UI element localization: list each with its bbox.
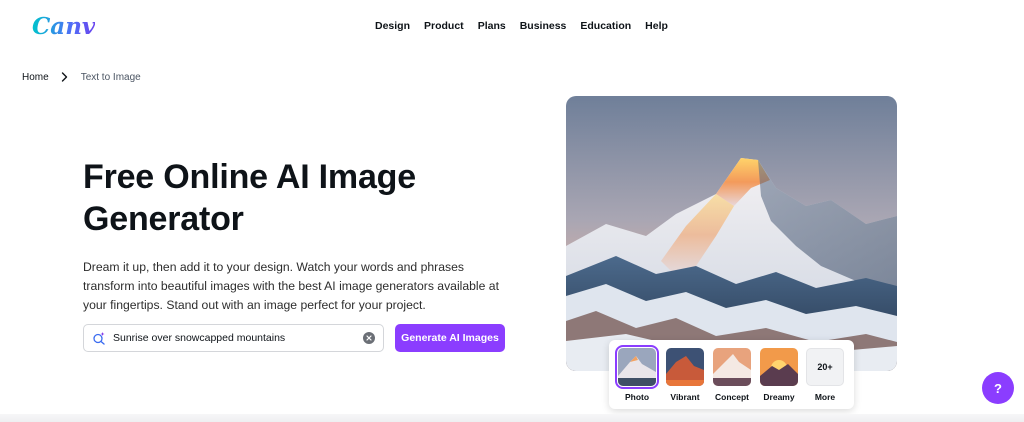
canva-logo[interactable]: Canva xyxy=(31,12,95,40)
prompt-input[interactable] xyxy=(113,332,363,344)
hero-image xyxy=(566,96,897,371)
nav-design[interactable]: Design xyxy=(375,20,410,32)
help-button[interactable]: ? xyxy=(982,372,1014,404)
style-label-photo: Photo xyxy=(624,392,650,402)
style-thumb-concept xyxy=(713,348,751,386)
style-thumb-vibrant xyxy=(666,348,704,386)
nav-business[interactable]: Business xyxy=(520,20,567,32)
style-label-concept: Concept xyxy=(715,392,749,402)
style-option-vibrant[interactable]: Vibrant xyxy=(665,348,705,402)
style-thumb-photo xyxy=(615,345,659,389)
section-divider xyxy=(0,414,1024,422)
style-option-dreamy[interactable]: Dreamy xyxy=(759,348,799,402)
style-label-more: More xyxy=(814,392,836,402)
more-styles-count: 20+ xyxy=(806,348,844,386)
page-description: Dream it up, then add it to your design.… xyxy=(83,260,499,312)
generate-button[interactable]: Generate AI Images xyxy=(395,324,505,352)
chevron-right-icon xyxy=(61,71,71,83)
style-thumb-dreamy xyxy=(760,348,798,386)
top-nav: Design Product Plans Business Education … xyxy=(375,20,682,32)
nav-help[interactable]: Help xyxy=(645,20,668,32)
clear-icon[interactable] xyxy=(363,332,375,344)
magic-search-icon xyxy=(92,331,106,345)
nav-plans[interactable]: Plans xyxy=(478,20,506,32)
breadcrumb-current: Text to Image xyxy=(80,71,141,83)
breadcrumb: Home Text to Image xyxy=(22,71,141,83)
nav-product[interactable]: Product xyxy=(424,20,464,32)
logo-text: Canva xyxy=(32,13,95,40)
style-picker: Photo Vibrant Concept Dreamy 20+ More xyxy=(609,340,854,409)
style-option-photo[interactable]: Photo xyxy=(615,345,659,402)
page-title: Free Online AI Image Generator xyxy=(83,158,416,238)
style-label-dreamy: Dreamy xyxy=(763,392,795,402)
breadcrumb-home[interactable]: Home xyxy=(22,72,49,83)
nav-education[interactable]: Education xyxy=(580,20,631,32)
style-option-more[interactable]: 20+ More xyxy=(805,348,845,402)
prompt-field[interactable] xyxy=(83,324,384,352)
style-option-concept[interactable]: Concept xyxy=(712,348,752,402)
style-label-vibrant: Vibrant xyxy=(670,392,700,402)
